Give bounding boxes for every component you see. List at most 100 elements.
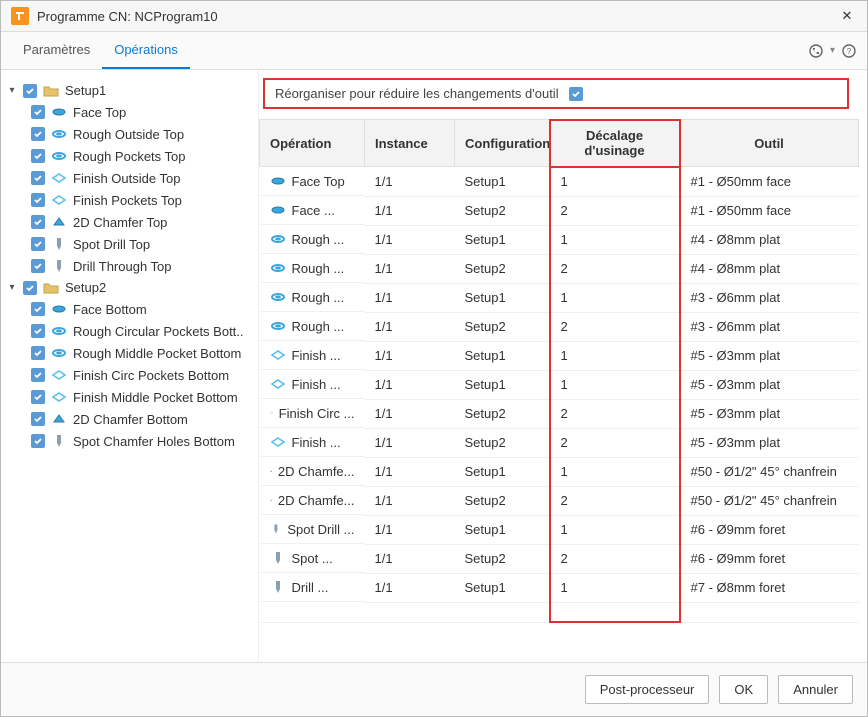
reorder-checkbox[interactable] <box>569 87 583 101</box>
ok-button[interactable]: OK <box>719 675 768 704</box>
cell-outil: #4 - Ø8mm plat <box>680 225 859 254</box>
tree-operation-row[interactable]: Drill Through Top <box>1 255 258 277</box>
table-row[interactable]: Rough ...1/1Setup22#4 - Ø8mm plat <box>260 254 859 283</box>
table-row[interactable]: 2D Chamfe...1/1Setup22#50 - Ø1/2" 45° ch… <box>260 486 859 515</box>
tree-checkbox[interactable] <box>31 193 45 207</box>
tree-checkbox[interactable] <box>23 84 37 98</box>
tree-checkbox[interactable] <box>23 281 37 295</box>
tree-operation-row[interactable]: Spot Chamfer Holes Bottom <box>1 430 258 452</box>
table-row[interactable]: Rough ...1/1Setup11#4 - Ø8mm plat <box>260 225 859 254</box>
table-row[interactable]: 2D Chamfe...1/1Setup11#50 - Ø1/2" 45° ch… <box>260 457 859 486</box>
post-processor-button[interactable]: Post-processeur <box>585 675 710 704</box>
tree-checkbox[interactable] <box>31 324 45 338</box>
table-row[interactable]: Finish Circ ...1/1Setup22#5 - Ø3mm plat <box>260 399 859 428</box>
cell-instance: 1/1 <box>365 428 455 457</box>
operation-drill-icon <box>51 258 67 274</box>
col-header-decalage[interactable]: Décalage d'usinage <box>550 120 680 167</box>
cell-operation: Rough ... <box>260 254 365 283</box>
col-header-outil[interactable]: Outil <box>680 120 859 167</box>
tree-checkbox[interactable] <box>31 368 45 382</box>
toolbar-right: ▾ ? <box>808 43 857 59</box>
cell-operation: Finish ... <box>260 428 365 457</box>
cell-instance: 1/1 <box>365 254 455 283</box>
tree-operation-row[interactable]: 2D Chamfer Top <box>1 211 258 233</box>
tab-operations[interactable]: Opérations <box>102 32 190 69</box>
reorder-toolchange-box: Réorganiser pour réduire les changements… <box>263 78 849 109</box>
titlebar: Programme CN: NCProgram10 ✕ <box>1 1 867 32</box>
dropdown-caret-icon[interactable]: ▾ <box>830 45 835 56</box>
tree-operation-row[interactable]: Finish Pockets Top <box>1 189 258 211</box>
tree-operation-row[interactable]: Face Bottom <box>1 298 258 320</box>
tree-checkbox[interactable] <box>31 390 45 404</box>
table-row[interactable]: Rough ...1/1Setup11#3 - Ø6mm plat <box>260 283 859 312</box>
tree-setup-label: Setup2 <box>65 280 106 295</box>
caret-down-icon[interactable]: ▾ <box>7 85 17 96</box>
col-header-operation[interactable]: Opération <box>260 120 365 167</box>
tree-operation-row[interactable]: Finish Outside Top <box>1 167 258 189</box>
cell-decalage: 2 <box>550 196 680 225</box>
tree-operation-row[interactable]: Spot Drill Top <box>1 233 258 255</box>
cell-instance: 1/1 <box>365 370 455 399</box>
cell-operation: Finish Circ ... <box>260 399 365 428</box>
tree-setup-row[interactable]: ▾ Setup2 <box>1 277 258 298</box>
tree-checkbox[interactable] <box>31 412 45 426</box>
tabs: Paramètres Opérations <box>11 32 808 69</box>
table-row[interactable]: Rough ...1/1Setup22#3 - Ø6mm plat <box>260 312 859 341</box>
cell-operation: Rough ... <box>260 283 365 312</box>
table-row[interactable]: Finish ...1/1Setup11#5 - Ø3mm plat <box>260 370 859 399</box>
cell-operation-label: 2D Chamfe... <box>278 464 355 479</box>
tree-checkbox[interactable] <box>31 171 45 185</box>
cell-operation-label: Rough ... <box>292 319 345 334</box>
tree-checkbox[interactable] <box>31 302 45 316</box>
cell-instance: 1/1 <box>365 544 455 573</box>
cell-instance: 1/1 <box>365 486 455 515</box>
cell-operation-label: Finish ... <box>292 348 341 363</box>
tree-setup-row[interactable]: ▾Setup1 <box>1 80 258 101</box>
tree-operation-row[interactable]: Rough Pockets Top <box>1 145 258 167</box>
phone-icon[interactable] <box>808 43 824 59</box>
table-row[interactable]: Spot Drill ...1/1Setup11#6 - Ø9mm foret <box>260 515 859 544</box>
col-header-configuration[interactable]: Configuration <box>455 120 550 167</box>
table-row[interactable]: Finish ...1/1Setup22#5 - Ø3mm plat <box>260 428 859 457</box>
tree-operation-row[interactable]: Rough Outside Top <box>1 123 258 145</box>
col-header-instance[interactable]: Instance <box>365 120 455 167</box>
tab-parametres[interactable]: Paramètres <box>11 32 102 69</box>
table-row[interactable]: Face Top1/1Setup11#1 - Ø50mm face <box>260 167 859 197</box>
help-icon[interactable]: ? <box>841 43 857 59</box>
tree-checkbox[interactable] <box>31 237 45 251</box>
operation-chamfer-icon <box>51 411 67 427</box>
cell-operation: Finish ... <box>260 341 365 370</box>
tree-checkbox[interactable] <box>31 149 45 163</box>
dialog-window: Programme CN: NCProgram10 ✕ Paramètres O… <box>0 0 868 717</box>
tree-checkbox[interactable] <box>31 105 45 119</box>
close-button[interactable]: ✕ <box>837 8 857 24</box>
operation-rough-icon <box>270 289 286 305</box>
tree-operation-row[interactable]: Finish Middle Pocket Bottom <box>1 386 258 408</box>
cell-outil: #1 - Ø50mm face <box>680 196 859 225</box>
caret-down-icon[interactable]: ▾ <box>7 282 17 293</box>
operation-finish-icon <box>270 434 286 450</box>
cell-outil: #6 - Ø9mm foret <box>680 544 859 573</box>
cell-instance: 1/1 <box>365 225 455 254</box>
table-row[interactable]: Finish ...1/1Setup11#5 - Ø3mm plat <box>260 341 859 370</box>
cell-operation: Rough ... <box>260 312 365 341</box>
tree-operation-row[interactable]: Rough Middle Pocket Bottom <box>1 342 258 364</box>
tree-operation-row[interactable]: Rough Circular Pockets Bott.. <box>1 320 258 342</box>
cell-operation-label: Rough ... <box>292 232 345 247</box>
tree-checkbox[interactable] <box>31 127 45 141</box>
cancel-button[interactable]: Annuler <box>778 675 853 704</box>
tree-operation-row[interactable]: Finish Circ Pockets Bottom <box>1 364 258 386</box>
table-row[interactable]: Face ...1/1Setup22#1 - Ø50mm face <box>260 196 859 225</box>
tree-operation-row[interactable]: Face Top <box>1 101 258 123</box>
cell-decalage: 2 <box>550 544 680 573</box>
table-header-row: Opération Instance Configuration Décalag… <box>260 120 859 167</box>
tree-checkbox[interactable] <box>31 434 45 448</box>
tree-checkbox[interactable] <box>31 215 45 229</box>
table-row[interactable]: Drill ...1/1Setup11#7 - Ø8mm foret <box>260 573 859 602</box>
tree-checkbox[interactable] <box>31 346 45 360</box>
tree-checkbox[interactable] <box>31 259 45 273</box>
table-row[interactable]: Spot ...1/1Setup22#6 - Ø9mm foret <box>260 544 859 573</box>
operation-finish-icon <box>51 170 67 186</box>
tree-operation-row[interactable]: 2D Chamfer Bottom <box>1 408 258 430</box>
cell-configuration: Setup1 <box>455 283 550 312</box>
